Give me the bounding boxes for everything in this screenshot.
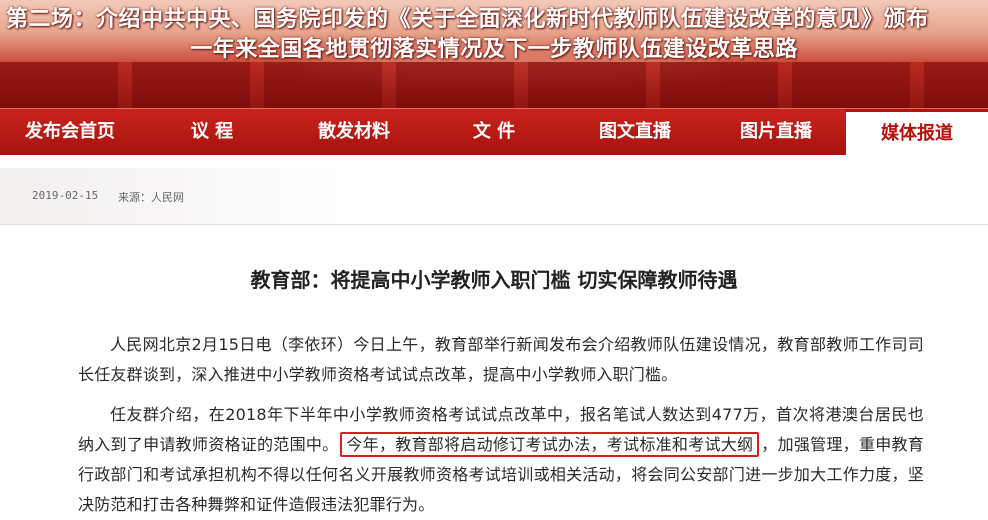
banner-title-line2: 一年来全国各地贯彻落实情况及下一步教师队伍建设改革思路: [190, 37, 798, 62]
conference-banner: 第二场：介绍中共中央、国务院印发的《关于全面深化新时代教师队伍建设改革的意见》颁…: [0, 0, 988, 108]
banner-hall-seats: [0, 62, 988, 108]
article-paragraph-2: 任友群介绍，在2018年下半年中小学教师资格考试试点改革中，报名笔试人数达到47…: [78, 400, 924, 520]
nav-item-home[interactable]: 发布会首页: [0, 109, 140, 155]
nav-item-media-reports[interactable]: 媒体报道: [846, 109, 988, 155]
highlighted-sentence: 今年，教育部将启动修订考试办法，考试标准和考试大纲: [340, 432, 760, 457]
main-nav: 发布会首页 议 程 散发材料 文 件 图文直播 图片直播 媒体报道: [0, 108, 988, 155]
nav-item-materials[interactable]: 散发材料: [284, 109, 424, 155]
nav-item-live-text[interactable]: 图文直播: [564, 109, 706, 155]
nav-item-agenda[interactable]: 议 程: [140, 109, 284, 155]
article-paragraph-1: 人民网北京2月15日电（李依环）今日上午，教育部举行新闻发布会介绍教师队伍建设情…: [78, 335, 924, 384]
article-source: 来源：人民网: [118, 191, 184, 204]
nav-item-documents[interactable]: 文 件: [424, 109, 564, 155]
article-headline: 教育部：将提高中小学教师入职门槛 切实保障教师待遇: [250, 268, 738, 292]
nav-item-live-photos[interactable]: 图片直播: [706, 109, 846, 155]
article-meta: 2019-02-15 来源：人民网: [0, 168, 988, 225]
publish-date: 2019-02-15: [32, 189, 99, 202]
banner-title-line1: 第二场：介绍中共中央、国务院印发的《关于全面深化新时代教师队伍建设改革的意见》颁…: [6, 7, 929, 32]
